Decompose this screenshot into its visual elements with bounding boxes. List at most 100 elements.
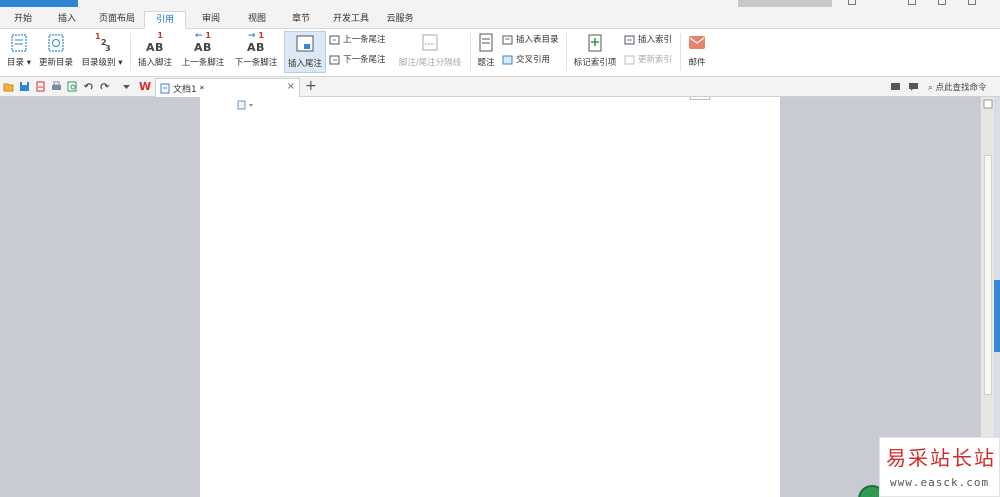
document-workspace [0, 97, 980, 497]
ribbon-divider [470, 33, 471, 71]
toc-level-num3: 3 [105, 44, 111, 53]
tab-view[interactable]: 视图 [238, 11, 276, 29]
minimize-icon[interactable] [908, 0, 916, 5]
undo-icon[interactable] [83, 81, 94, 92]
title-bar [0, 0, 1000, 7]
quick-access-bar: W 文档1 * × + ⌕ 点此查找命令 [0, 77, 1000, 97]
scrollbar-thumb[interactable] [984, 155, 992, 395]
page-corner-mark [690, 97, 710, 100]
insert-index-button[interactable]: 插入索引 [624, 33, 672, 47]
user-account-chip[interactable] [738, 0, 832, 7]
footnote-separator-label: 脚注/尾注分隔线 [398, 58, 462, 68]
insert-footnote-button[interactable]: AB 1 插入脚注 [134, 31, 176, 73]
feedback-icon[interactable] [908, 81, 919, 92]
side-panel-toggle[interactable] [994, 280, 1000, 352]
restore-icon[interactable] [848, 0, 856, 5]
customize-dropdown-icon[interactable] [121, 81, 132, 92]
update-toc-label: 更新目录 [38, 58, 73, 68]
tab-cloud-service[interactable]: 云服务 [380, 11, 420, 29]
insert-footnote-label: 插入脚注 [137, 58, 172, 68]
watermark-url: www.easck.com [890, 476, 990, 489]
ribbon-divider [680, 33, 681, 71]
ribbon-tab-bar: 开始 插入 页面布局 引用 审阅 视图 章节 开发工具 云服务 [0, 7, 1000, 29]
next-endnote-button[interactable]: 下一条尾注 [329, 53, 386, 67]
mail-icon [686, 32, 708, 54]
new-tab-button[interactable]: + [305, 78, 317, 94]
update-toc-icon [45, 32, 67, 54]
app-menu-button[interactable] [0, 0, 78, 7]
ribbon-divider [566, 33, 567, 71]
insert-footnote-icon: AB 1 [146, 31, 164, 54]
tab-developer[interactable]: 开发工具 [326, 11, 376, 29]
save-as-pdf-icon[interactable] [35, 81, 46, 92]
print-preview-icon[interactable] [67, 81, 78, 92]
document-tab[interactable]: 文档1 * × [155, 78, 300, 97]
prev-footnote-icon: ← AB 1 [194, 31, 212, 54]
cross-reference-button[interactable]: 交叉引用 [502, 53, 550, 67]
toc-button[interactable]: 目录 ▾ [3, 31, 35, 73]
next-endnote-icon [329, 55, 340, 65]
tab-references[interactable]: 引用 [144, 11, 186, 29]
prev-endnote-label: 上一条尾注 [343, 35, 386, 45]
update-toc-button[interactable]: 更新目录 [37, 31, 75, 73]
cross-reference-label: 交叉引用 [516, 55, 551, 65]
paste-options-icon[interactable] [237, 100, 255, 113]
insert-index-icon [624, 35, 635, 45]
cross-reference-icon [502, 55, 513, 65]
caption-label: 题注 [477, 58, 495, 68]
skin-icon[interactable] [890, 81, 901, 92]
footnote-separator-button[interactable]: 脚注/尾注分隔线 [396, 31, 464, 73]
prev-footnote-button[interactable]: ← AB 1 上一条脚注 [178, 31, 228, 73]
next-footnote-label: 下一条脚注 [234, 58, 278, 68]
mail-button[interactable]: 邮件 [684, 31, 710, 73]
document-page[interactable] [200, 97, 780, 497]
wps-logo-icon[interactable]: W [139, 80, 151, 93]
mail-label: 邮件 [688, 58, 706, 68]
update-index-icon [624, 55, 635, 65]
toc-level-button[interactable]: 1 2 3 目录级别 ▾ [78, 31, 126, 73]
maximize-icon[interactable] [938, 0, 946, 5]
mark-index-entry-button[interactable]: 标记索引项 [570, 31, 620, 73]
update-index-label: 更新索引 [638, 55, 673, 65]
toc-icon [8, 32, 30, 54]
next-footnote-button[interactable]: → AB 1 下一条脚注 [231, 31, 281, 73]
close-tab-icon[interactable]: × [287, 81, 295, 92]
insert-table-of-figures-button[interactable]: 插入表目录 [502, 33, 559, 47]
toc-level-label: 目录级别 [81, 58, 116, 68]
next-endnote-label: 下一条尾注 [343, 55, 386, 65]
save-icon[interactable] [19, 81, 30, 92]
update-index-button[interactable]: 更新索引 [624, 53, 672, 67]
tab-insert[interactable]: 插入 [48, 11, 86, 29]
table-of-figures-icon [502, 35, 513, 45]
mark-index-entry-label: 标记索引项 [573, 58, 617, 68]
tab-review[interactable]: 审阅 [192, 11, 230, 29]
insert-endnote-button[interactable]: 插入尾注 [284, 31, 326, 73]
tab-chapter[interactable]: 章节 [282, 11, 320, 29]
separator-line-icon [419, 32, 441, 54]
open-folder-icon[interactable] [3, 81, 14, 92]
references-ribbon: 目录 ▾ 更新目录 1 2 3 目录级别 ▾ AB 1 插入脚注 ← AB 1 上一条… [0, 29, 1000, 77]
insert-table-of-figures-label: 插入表目录 [516, 35, 559, 45]
print-icon[interactable] [51, 81, 62, 92]
document-tab-title: 文档1 * [173, 85, 205, 95]
prev-endnote-button[interactable]: 上一条尾注 [329, 33, 386, 47]
scroll-up-icon[interactable] [983, 99, 993, 112]
caption-button[interactable]: 题注 [474, 31, 498, 73]
watermark-title: 易采站长站 [886, 446, 996, 470]
tab-page-layout[interactable]: 页面布局 [92, 11, 142, 29]
toc-level-num1: 1 [95, 32, 101, 41]
prev-footnote-label: 上一条脚注 [181, 58, 225, 68]
close-window-icon[interactable] [968, 0, 976, 5]
find-command-label: 点此查找命令 [935, 83, 987, 93]
find-command-search[interactable]: ⌕ 点此查找命令 [928, 81, 986, 93]
prev-endnote-icon [329, 35, 340, 45]
mark-index-entry-icon [584, 32, 606, 54]
next-footnote-icon: → AB 1 [247, 31, 265, 54]
site-watermark: 易采站长站 www.easck.com [879, 437, 1000, 497]
toc-level-icon: 1 2 3 [91, 32, 113, 54]
tab-home[interactable]: 开始 [4, 11, 42, 29]
insert-endnote-icon [294, 33, 316, 55]
caption-icon [475, 32, 497, 54]
redo-icon[interactable] [99, 81, 110, 92]
insert-endnote-label: 插入尾注 [287, 59, 322, 69]
